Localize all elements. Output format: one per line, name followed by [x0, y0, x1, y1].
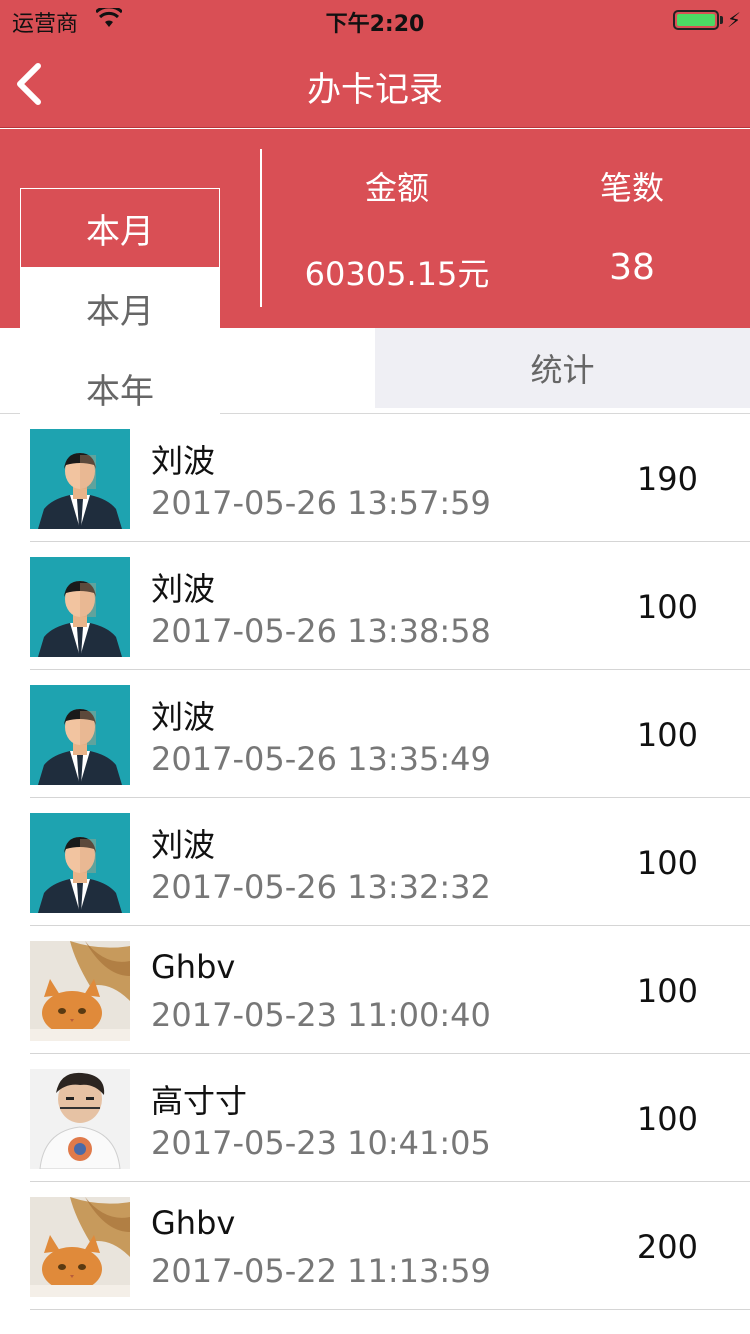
- person-photo: [30, 1069, 130, 1169]
- record-time: 2017-05-26 13:57:59: [151, 484, 491, 522]
- list-item[interactable]: 刘波 2017-05-26 13:35:49 100: [0, 670, 750, 798]
- man-avatar-icon: [30, 813, 130, 913]
- count-value: 38: [609, 247, 655, 288]
- record-amount: 100: [636, 972, 698, 1010]
- amount-value: 60305.15元: [304, 255, 490, 293]
- tab-stats[interactable]: 统计: [375, 328, 750, 408]
- chevron-left-icon: [17, 63, 41, 105]
- record-amount: 100: [636, 716, 698, 754]
- cat-photo: [30, 941, 130, 1041]
- dropdown-option-month[interactable]: 本月: [20, 268, 220, 348]
- record-time: 2017-05-23 11:00:40: [151, 996, 491, 1034]
- list-item[interactable]: 刘波 2017-05-26 13:57:59 190: [0, 414, 750, 542]
- record-amount: 100: [636, 1100, 698, 1138]
- charging-bolt-icon: ⚡: [727, 8, 742, 32]
- record-time: 2017-05-26 13:32:32: [151, 868, 491, 906]
- man-avatar-icon: [30, 429, 130, 529]
- record-amount: 190: [636, 460, 698, 498]
- battery-tip: [720, 16, 723, 24]
- record-name: 刘波: [151, 698, 216, 736]
- status-bar: 运营商 下午2:20 ⚡: [0, 0, 750, 40]
- battery-icon: [673, 10, 719, 30]
- list-item[interactable]: Ghbv 2017-05-22 11:13:59 200: [0, 1182, 750, 1310]
- record-amount: 100: [636, 844, 698, 882]
- man-avatar-icon: [30, 557, 130, 657]
- record-time: 2017-05-22 11:13:59: [151, 1252, 491, 1290]
- list-item[interactable]: Ghbv 2017-05-23 11:00:40 100: [0, 926, 750, 1054]
- list-item[interactable]: 高寸寸 2017-05-23 10:41:05 100: [0, 1054, 750, 1182]
- record-name: Ghbv: [151, 948, 236, 986]
- cat-photo: [30, 1197, 130, 1297]
- back-button[interactable]: [10, 58, 60, 110]
- record-name: 刘波: [151, 826, 216, 864]
- divider: [260, 149, 262, 307]
- record-time: 2017-05-23 10:41:05: [151, 1124, 491, 1162]
- list-item[interactable]: 刘波 2017-05-26 13:38:58 100: [0, 542, 750, 670]
- record-name: Ghbv: [151, 1204, 236, 1242]
- record-list: 刘波 2017-05-26 13:57:59 190 刘波 2017-05-26…: [0, 414, 750, 1310]
- list-item[interactable]: 刘波 2017-05-26 13:32:32 100: [0, 798, 750, 926]
- record-amount: 100: [636, 588, 698, 626]
- record-name: 刘波: [151, 442, 216, 480]
- record-name: 高寸寸: [151, 1082, 248, 1120]
- page-title: 办卡记录: [307, 70, 443, 110]
- clock: 下午2:20: [325, 12, 425, 37]
- count-label: 笔数: [599, 169, 664, 207]
- record-name: 刘波: [151, 570, 216, 608]
- period-select[interactable]: 本月: [20, 188, 220, 268]
- man-avatar-icon: [30, 685, 130, 785]
- period-dropdown: 本月 本年: [20, 268, 220, 428]
- amount-label: 金额: [364, 169, 429, 207]
- record-amount: 200: [636, 1228, 698, 1266]
- nav-bar: 办卡记录: [0, 40, 750, 128]
- record-time: 2017-05-26 13:38:58: [151, 612, 491, 650]
- record-time: 2017-05-26 13:35:49: [151, 740, 491, 778]
- dropdown-option-year[interactable]: 本年: [20, 348, 220, 428]
